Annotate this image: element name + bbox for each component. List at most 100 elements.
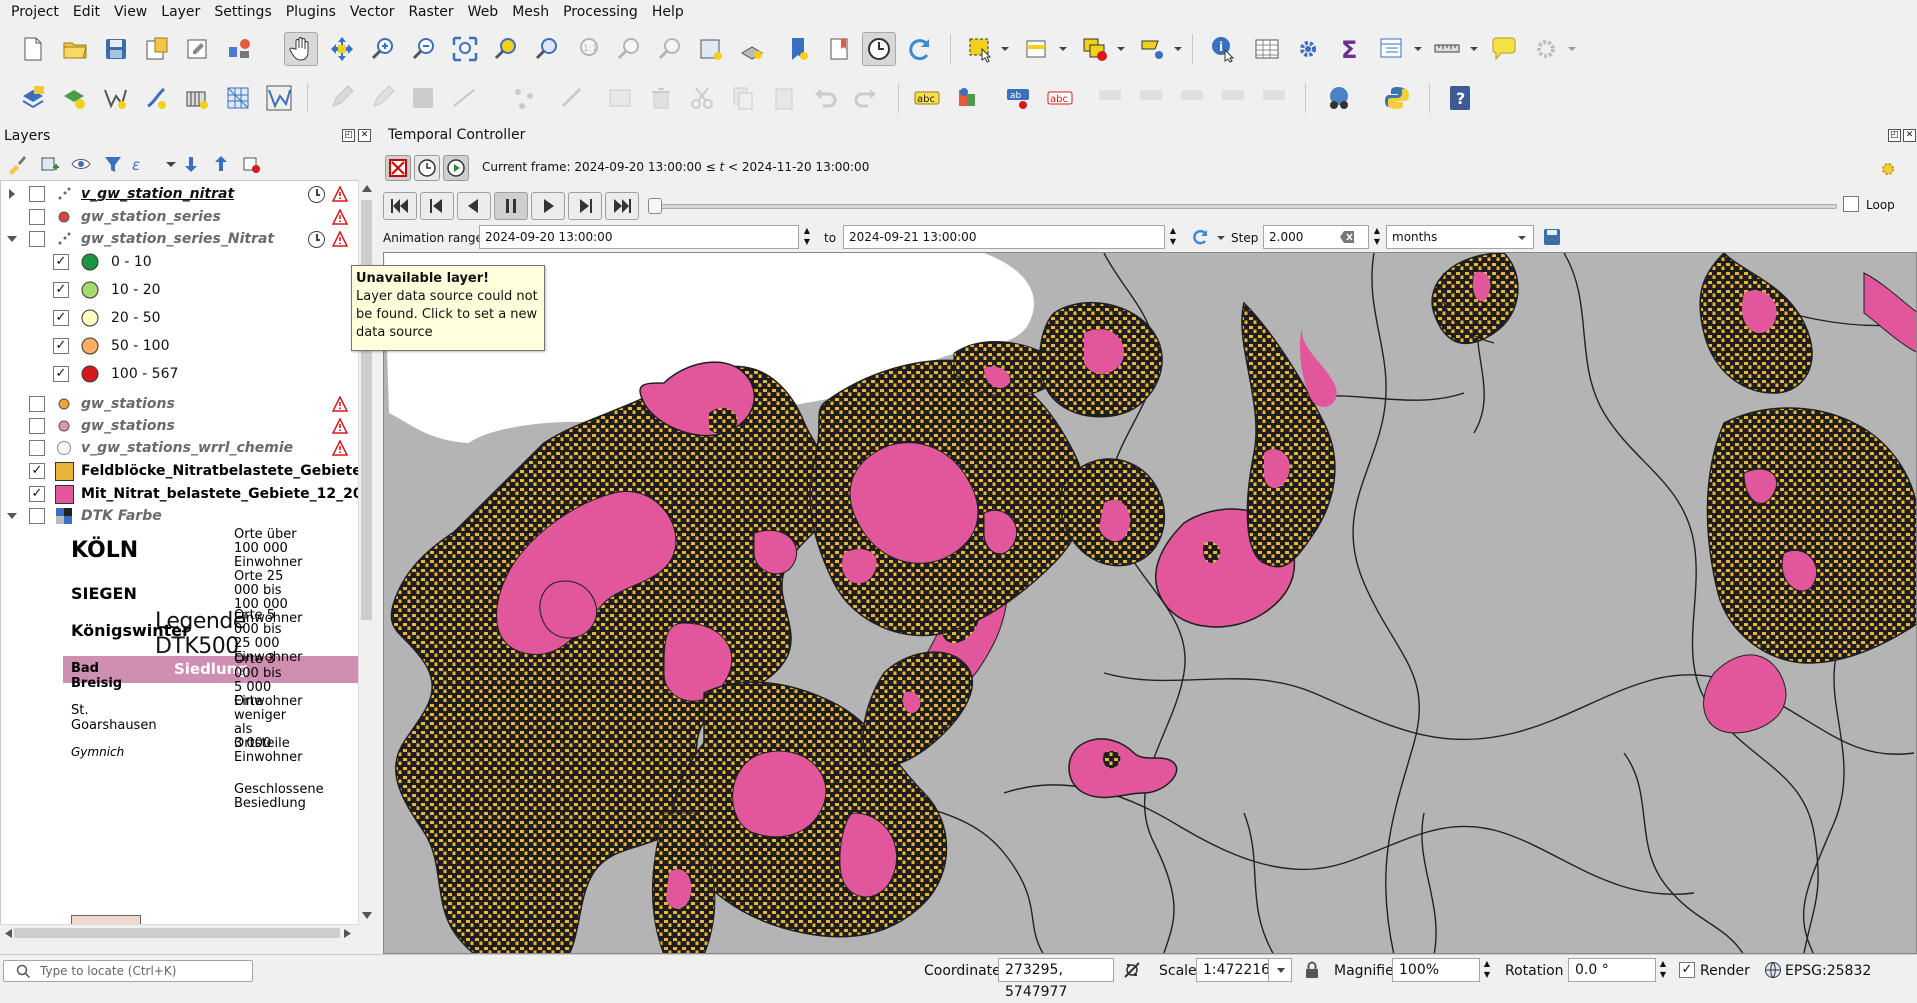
warning-icon[interactable] <box>332 440 348 456</box>
statistics-button[interactable]: Σ <box>1333 32 1367 66</box>
pause-button[interactable] <box>494 192 528 220</box>
layout-manager-button[interactable] <box>181 32 215 66</box>
paste-features-button[interactable] <box>767 81 801 115</box>
metasearch-button[interactable] <box>1322 81 1356 115</box>
fixed-range-button[interactable] <box>414 155 440 181</box>
refresh-range-icon[interactable] <box>1190 227 1210 247</box>
add-delimited-text-button[interactable] <box>139 81 173 115</box>
warning-icon[interactable] <box>332 231 348 247</box>
modify-attributes-button[interactable] <box>555 81 589 115</box>
range-start-spinner[interactable]: ▲ ▼ <box>800 225 814 249</box>
change-label-button[interactable] <box>1217 81 1251 115</box>
zoom-out-button[interactable] <box>407 32 441 66</box>
layer-visibility-checkbox[interactable] <box>29 418 45 434</box>
layer-visibility-checkbox[interactable]: ✓ <box>53 254 69 270</box>
save-as-button[interactable] <box>140 32 174 66</box>
layer-row[interactable]: ✓ 0 - 10 <box>1 251 358 273</box>
select-by-attribute-button[interactable] <box>1020 32 1054 66</box>
layer-visibility-checkbox[interactable]: ✓ <box>53 366 69 382</box>
label-props-button[interactable] <box>1258 81 1292 115</box>
scroll-left-icon[interactable] <box>4 929 12 938</box>
chevron-down-icon[interactable] <box>1173 44 1183 54</box>
toggle-extents-icon[interactable] <box>1123 961 1141 979</box>
processing-toolbox-button[interactable] <box>1291 32 1325 66</box>
layer-row[interactable]: gw_stations <box>1 393 358 415</box>
chevron-down-icon[interactable] <box>1469 44 1479 54</box>
layer-visibility-checkbox[interactable]: ✓ <box>29 463 45 479</box>
play-backward-button[interactable] <box>457 192 491 220</box>
magnifier-spinner[interactable]: ▲ ▼ <box>1480 958 1494 982</box>
zoom-in-button[interactable] <box>366 32 400 66</box>
scroll-right-icon[interactable] <box>344 929 352 938</box>
add-spatialite-button[interactable] <box>180 81 214 115</box>
rotate-label-button[interactable] <box>1176 81 1210 115</box>
attribute-table-button[interactable] <box>1250 32 1284 66</box>
chevron-down-icon[interactable] <box>1116 44 1126 54</box>
save-project-button[interactable] <box>99 32 133 66</box>
collapse-arrow-icon[interactable] <box>7 513 17 519</box>
frame-slider-handle[interactable] <box>648 198 662 214</box>
current-edits-button[interactable] <box>324 81 358 115</box>
layer-row[interactable]: gw_stations <box>1 415 358 437</box>
collapse-all-icon[interactable] <box>210 153 232 175</box>
menu-layer[interactable]: Layer <box>154 0 207 24</box>
filter-expression-icon[interactable]: ε <box>130 153 152 175</box>
layer-row[interactable]: v_gw_stations_wrrl_chemie <box>1 437 358 459</box>
layer-visibility-checkbox[interactable] <box>29 440 45 456</box>
select-by-location-button[interactable] <box>1135 32 1169 66</box>
new-map-view-button[interactable] <box>694 32 728 66</box>
scroll-up-icon[interactable] <box>362 184 372 192</box>
globe-icon[interactable] <box>1764 961 1782 979</box>
zoom-to-selection-button[interactable] <box>489 32 523 66</box>
expand-arrow-icon[interactable] <box>9 189 15 199</box>
redo-button[interactable] <box>849 81 883 115</box>
chevron-down-icon[interactable] <box>1216 233 1226 243</box>
next-frame-button[interactable] <box>568 192 602 220</box>
pan-to-selection-button[interactable] <box>325 32 359 66</box>
temporal-close-button[interactable]: ✕ <box>1903 129 1916 142</box>
loop-checkbox[interactable] <box>1843 196 1859 212</box>
rotation-input[interactable]: 0.0 ° <box>1568 958 1656 982</box>
layer-visibility-checkbox[interactable] <box>29 508 45 524</box>
chevron-down-icon[interactable] <box>1058 44 1068 54</box>
layer-visibility-checkbox[interactable] <box>29 396 45 412</box>
temporal-float-button[interactable]: ◰ <box>1888 129 1901 142</box>
attribute-edit-button[interactable] <box>603 81 637 115</box>
identify-button[interactable]: i <box>1206 32 1240 66</box>
scale-dropdown[interactable] <box>1268 958 1292 982</box>
layer-visibility-checkbox[interactable]: ✓ <box>29 486 45 502</box>
new-bookmark-button[interactable] <box>781 32 815 66</box>
digitize-settings-button[interactable] <box>1529 32 1563 66</box>
layer-visibility-checkbox[interactable] <box>29 231 45 247</box>
zoom-to-layer-button[interactable] <box>530 32 564 66</box>
layer-row[interactable]: gw_station_series_Nitrat <box>1 228 358 250</box>
layer-visibility-checkbox[interactable] <box>29 209 45 225</box>
menu-mesh[interactable]: Mesh <box>505 0 556 24</box>
menu-plugins[interactable]: Plugins <box>279 0 343 24</box>
layer-tree-hscroll[interactable] <box>0 924 358 940</box>
chevron-down-icon[interactable] <box>1000 44 1010 54</box>
menu-processing[interactable]: Processing <box>556 0 645 24</box>
frame-slider-track[interactable] <box>655 204 1837 209</box>
menu-raster[interactable]: Raster <box>402 0 461 24</box>
open-field-calculator-button[interactable] <box>1375 32 1409 66</box>
measure-button[interactable] <box>1430 32 1464 66</box>
style-manager-button[interactable] <box>222 32 256 66</box>
eye-icon[interactable] <box>70 153 92 175</box>
layer-visibility-checkbox[interactable] <box>29 186 45 202</box>
refresh-button[interactable] <box>903 32 937 66</box>
layer-row[interactable]: ✓ 100 - 567 <box>1 363 358 385</box>
rewind-to-start-button[interactable] <box>383 192 417 220</box>
layer-row[interactable]: ✓ Mit_Nitrat_belastete_Gebiete_12_2022 <box>1 483 358 505</box>
layer-row[interactable]: gw_station_series <box>1 206 358 228</box>
map-canvas[interactable] <box>383 252 1917 954</box>
animated-temporal-button[interactable] <box>443 155 469 181</box>
open-project-button[interactable] <box>58 32 92 66</box>
move-label-button[interactable] <box>1094 81 1128 115</box>
add-mesh-layer-button[interactable] <box>221 81 255 115</box>
chevron-down-icon[interactable] <box>1413 44 1423 54</box>
deselect-button[interactable] <box>1078 32 1112 66</box>
menu-vector[interactable]: Vector <box>343 0 402 24</box>
magnifier-input[interactable]: 100% <box>1392 958 1480 982</box>
menu-edit[interactable]: Edit <box>66 0 107 24</box>
